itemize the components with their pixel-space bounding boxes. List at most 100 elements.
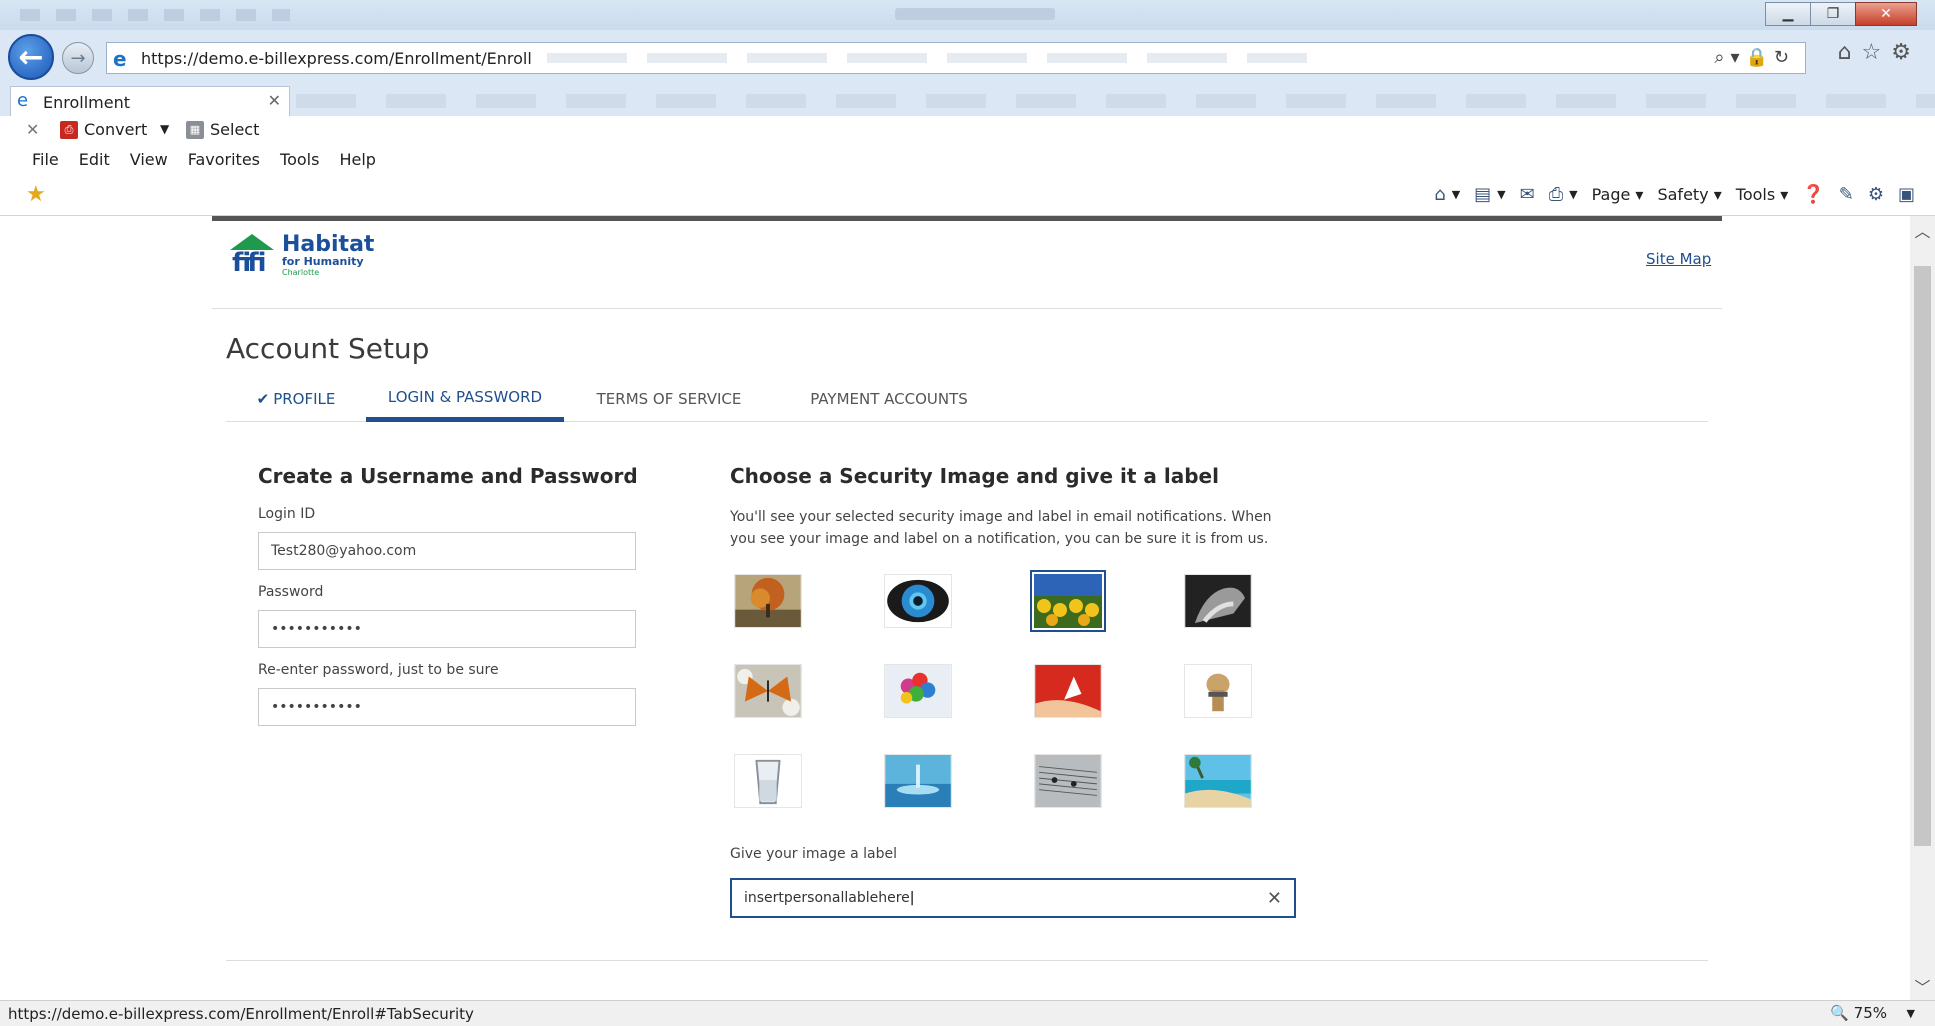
status-url: https://demo.e-billexpress.com/Enrollmen… [8, 1005, 474, 1023]
step-payment-accounts[interactable]: PAYMENT ACCOUNTS [774, 376, 1004, 422]
ie-logo-icon: e [113, 47, 127, 71]
zoom-dropdown-icon[interactable]: ▼ [1907, 1007, 1915, 1020]
step-terms-of-service[interactable]: TERMS OF SERVICE [564, 376, 774, 422]
scroll-thumb[interactable] [1914, 266, 1931, 846]
dropdown-icon[interactable]: ▾ [1730, 47, 1745, 68]
convert-button[interactable]: ⎙ Convert [60, 120, 147, 139]
convert-dropdown-icon[interactable]: ▼ [160, 122, 169, 136]
print-dropdown-icon[interactable]: ▼ [1569, 188, 1577, 201]
minimize-button[interactable]: ▁ [1765, 2, 1811, 26]
gear-icon[interactable]: ⚙ [1868, 184, 1884, 205]
menu-view[interactable]: View [130, 150, 168, 169]
add-favorite-star-icon[interactable]: ★ [26, 182, 46, 207]
close-toolbar-icon[interactable]: ✕ [26, 120, 39, 139]
address-suggestions-blur [547, 53, 1307, 63]
habitat-logo[interactable]: ﬁﬁ Habitat for Humanity Charlotte [228, 234, 374, 278]
security-image-hands[interactable] [1184, 574, 1252, 628]
forward-arrow-icon: → [70, 47, 86, 69]
step-login-password[interactable]: LOGIN & PASSWORD [366, 376, 564, 422]
close-window-button[interactable]: ✕ [1855, 2, 1917, 26]
balloons-image [885, 665, 951, 717]
habitat-house-icon: ﬁﬁ [228, 234, 276, 278]
select-button[interactable]: ▦ Select [186, 120, 259, 139]
password-label: Password [258, 584, 324, 600]
security-image-butterfly[interactable] [734, 664, 802, 718]
favorites-star-icon[interactable]: ☆ [1862, 40, 1892, 65]
step-profile[interactable]: ✔ PROFILE [226, 376, 366, 422]
security-image-sunflowers[interactable] [1030, 570, 1106, 632]
safety-menu[interactable]: Safety ▾ [1657, 185, 1721, 204]
image-label-value: insertpersonallablehere [744, 890, 910, 906]
step-terms-label: TERMS OF SERVICE [596, 390, 742, 408]
mail-icon[interactable]: ✉ [1520, 184, 1535, 205]
command-bar: ⌂ ▼ ▤ ▼ ✉ ⎙ ▼ Page ▾ Safety ▾ Tools ▾ ❓ ✎ ⚙… [1434, 184, 1915, 205]
window-titlebar: ▁ ❐ ✕ [0, 0, 1935, 30]
menu-edit[interactable]: Edit [79, 150, 110, 169]
password-input[interactable]: ••••••••••• [258, 610, 636, 648]
image-label-input[interactable]: insertpersonallablehere | ✕ [730, 878, 1296, 918]
security-image-water-drop[interactable] [884, 754, 952, 808]
dog-image [1185, 665, 1251, 717]
sunflowers-image [1034, 574, 1102, 628]
search-icon[interactable]: ⌕ [1714, 47, 1730, 68]
zoom-value: 75% [1853, 1004, 1887, 1022]
address-url[interactable]: https://demo.e-billexpress.com/Enrollmen… [141, 49, 532, 68]
sheet-music-image [1035, 755, 1101, 807]
home-dropdown-icon[interactable]: ▼ [1452, 188, 1460, 201]
help-icon[interactable]: ❓ [1802, 184, 1824, 205]
zoom-level[interactable]: 🔍 75% [1830, 1004, 1887, 1022]
reenter-password-label: Re-enter password, just to be sure [258, 662, 499, 678]
tab-enrollment[interactable]: e Enrollment ✕ [10, 86, 290, 116]
menu-help[interactable]: Help [339, 150, 375, 169]
page-menu[interactable]: Page ▾ [1592, 185, 1644, 204]
home-icon[interactable]: ⌂ [1838, 40, 1862, 65]
security-image-tree[interactable] [734, 574, 802, 628]
home-page-icon[interactable]: ⌂ [1434, 184, 1445, 205]
footer-divider [226, 960, 1708, 961]
login-id-input[interactable]: Test280@yahoo.com [258, 532, 636, 570]
reenter-password-value: ••••••••••• [271, 699, 362, 715]
favorites-bar: ★ ⌂ ▼ ▤ ▼ ✉ ⎙ ▼ Page ▾ Safety ▾ Tools ▾ ❓ ✎… [0, 176, 1935, 216]
scroll-down-icon[interactable]: ﹀ [1910, 972, 1935, 1000]
security-image-dog[interactable] [1184, 664, 1252, 718]
site-map-link[interactable]: Site Map [1646, 250, 1711, 268]
address-tools: ⌕▾🔒↻ [1714, 47, 1795, 68]
feeds-icon[interactable]: ▤ [1474, 184, 1491, 205]
menu-file[interactable]: File [32, 150, 59, 169]
security-image-beach[interactable] [1184, 754, 1252, 808]
tab-row: e Enrollment ✕ [0, 86, 1935, 116]
quick-access-toolbar [20, 9, 290, 21]
clear-input-icon[interactable]: ✕ [1267, 888, 1282, 909]
window-title-blur [895, 8, 1055, 20]
tools-menu[interactable]: Tools ▾ [1736, 185, 1789, 204]
lock-icon[interactable]: 🔒 [1745, 47, 1773, 68]
forward-button[interactable]: → [62, 42, 94, 74]
refresh-icon[interactable]: ↻ [1774, 47, 1795, 68]
menu-tools[interactable]: Tools [280, 150, 319, 169]
security-image-dancer[interactable] [1034, 664, 1102, 718]
menu-favorites[interactable]: Favorites [188, 150, 260, 169]
send-to-onenote-icon[interactable]: ▣ [1898, 184, 1915, 205]
back-button[interactable]: ← [8, 34, 54, 80]
credentials-heading: Create a Username and Password [258, 464, 638, 488]
address-bar[interactable]: e https://demo.e-billexpress.com/Enrollm… [106, 42, 1806, 74]
image-label-prompt: Give your image a label [730, 846, 897, 862]
settings-gear-icon[interactable]: ⚙ [1891, 40, 1921, 65]
address-row: ← → e https://demo.e-billexpress.com/Enr… [0, 30, 1935, 86]
print-icon[interactable]: ⎙ [1549, 184, 1563, 205]
pdf-icon: ⎙ [60, 120, 78, 139]
restore-button[interactable]: ❐ [1810, 2, 1856, 26]
security-image-eye[interactable] [884, 574, 952, 628]
login-id-value: Test280@yahoo.com [271, 543, 417, 559]
security-image-balloons[interactable] [884, 664, 952, 718]
vertical-scrollbar[interactable]: ︿ ﹀ [1910, 216, 1935, 1000]
scroll-up-icon[interactable]: ︿ [1910, 216, 1935, 244]
reenter-password-input[interactable]: ••••••••••• [258, 688, 636, 726]
tab-close-icon[interactable]: ✕ [268, 91, 281, 110]
step-payment-label: PAYMENT ACCOUNTS [810, 390, 968, 408]
security-image-glass[interactable] [734, 754, 802, 808]
feeds-dropdown-icon[interactable]: ▼ [1497, 188, 1505, 201]
onenote-icon[interactable]: ✎ [1839, 184, 1854, 205]
safety-menu-label: Safety [1657, 185, 1709, 204]
security-image-sheet-music[interactable] [1034, 754, 1102, 808]
